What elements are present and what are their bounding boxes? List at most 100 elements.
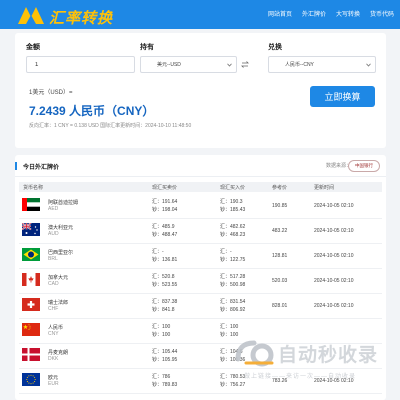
- bank-buy-cash: 钞：806.92: [220, 307, 246, 313]
- reference-price: 520.03: [272, 278, 288, 284]
- to-currency-select[interactable]: 人民币--CNY: [268, 56, 376, 73]
- bank-buy-transfer: 汇：517.28: [220, 274, 246, 280]
- currency-name: 阿联酋迪拉姆: [48, 200, 79, 206]
- bank-buy-transfer: 汇：100: [220, 324, 239, 330]
- from-currency-select[interactable]: 美元--USD: [140, 56, 237, 73]
- ch-flag-icon: [22, 298, 40, 311]
- bank-sell-transfer: 汇：100: [152, 324, 171, 330]
- table-row: 瑞士法郎 CHF 汇：837.38 钞：841.8 汇：831.54 钞：806.92 82…: [19, 295, 382, 319]
- table-row: 巴西里亚尔 BRL 汇：- 钞：136.81 汇：- 钞：122.75 128.81 2024…: [19, 245, 382, 269]
- bank-buy-cash: 钞：122.75: [220, 257, 246, 263]
- exchange-label: 兑换: [268, 44, 282, 51]
- watermark: 自动秒收录 做上链接——来访一次——自动收录: [232, 337, 392, 397]
- reference-price: 128.81: [272, 253, 288, 259]
- table-row: 阿联酋迪拉姆 AED 汇：191.64 钞：198.04 汇：190.3 钞：185.43…: [19, 195, 382, 219]
- unit-line: 1美元（USD）=: [29, 90, 73, 96]
- table-header: 货币名称 现汇买卖价 现汇买入价 参考价 更新时间: [19, 182, 382, 192]
- bank-sell-cash: 钞：841.8: [152, 307, 175, 313]
- convert-button[interactable]: 立即换算: [310, 86, 375, 107]
- bank-sell-cash: 钞：198.04: [152, 207, 178, 213]
- nav-uppercase[interactable]: 大写转换: [336, 9, 360, 18]
- currency-code: EUR: [48, 381, 59, 387]
- col-currency: 货币名称: [23, 185, 44, 191]
- update-time: 2024-10-05 02:10: [314, 303, 354, 309]
- bank-sell-cash: 钞：789.83: [152, 382, 178, 388]
- bank-buy-cash: 钞：468.23: [220, 232, 246, 238]
- bank-sell-cash: 钞：105.95: [152, 357, 178, 363]
- top-header: 汇率转换 网站首页 外汇牌价 大写转换 货币代码: [0, 0, 400, 29]
- nav-currency-codes[interactable]: 货币代码: [370, 9, 394, 18]
- update-time: 2024-10-05 02:10: [314, 228, 354, 234]
- from-currency-value: 美元--USD: [157, 62, 181, 68]
- currency-name: 巴西里亚尔: [48, 250, 74, 256]
- currency-name: 瑞士法郎: [48, 300, 69, 306]
- bank-logo-text: 中国银行: [355, 164, 373, 169]
- swap-button[interactable]: [237, 57, 253, 72]
- currency-name: 加拿大元: [48, 275, 69, 281]
- bank-sell-transfer: 汇：786: [152, 374, 171, 380]
- bank-buy-transfer: 汇：190.3: [220, 199, 243, 205]
- cn-flag-icon: [274, 62, 282, 68]
- bank-buy-transfer: 汇：831.54: [220, 299, 246, 305]
- bank-buy-transfer: 汇：482.62: [220, 224, 246, 230]
- reference-price: 190.85: [272, 203, 288, 209]
- update-time: 2024-10-05 02:10: [314, 278, 354, 284]
- currency-code: CNY: [48, 331, 59, 337]
- bank-sell-transfer: 汇：191.64: [152, 199, 178, 205]
- bank-buy-cash: 钞：500.98: [220, 282, 246, 288]
- top-nav: 网站首页 外汇牌价 大写转换 货币代码: [268, 9, 394, 18]
- chevron-down-icon: [227, 63, 232, 67]
- bank-sell-transfer: 汇：105.44: [152, 349, 178, 355]
- bank-sell-transfer: 汇：-: [152, 249, 164, 255]
- bank-sell-cash: 钞：136.81: [152, 257, 178, 263]
- currency-name: 欧元: [48, 375, 59, 381]
- chevron-down-icon: [366, 63, 371, 67]
- currency-code: BRL: [48, 256, 58, 262]
- col-bank-sell: 现汇买卖价: [152, 185, 178, 191]
- converter-panel: 金额 持有 兑换 美元--USD 人民币--CNY: [15, 33, 386, 148]
- currency-code: CHF: [48, 306, 59, 312]
- reference-price: 483.22: [272, 228, 288, 234]
- currency-name: 丹麦克朗: [48, 350, 69, 356]
- dk-flag-icon: [22, 348, 40, 361]
- au-flag-icon: [22, 223, 40, 236]
- logo-icon: [18, 7, 44, 24]
- have-label: 持有: [140, 44, 154, 51]
- currency-code: AED: [48, 206, 59, 212]
- currency-name: 人民币: [48, 325, 64, 331]
- rate-meta: 反向汇率：1 CNY = 0.138 USD 国际汇率更新时间：2024-10-…: [29, 123, 192, 129]
- reference-price: 828.01: [272, 303, 288, 309]
- eu-flag-icon: [22, 373, 40, 386]
- watermark-slogan: 做上链接——来访一次——自动收录: [244, 374, 357, 380]
- currency-name: 澳大利亚元: [48, 225, 74, 231]
- bank-sell-transfer: 汇：837.38: [152, 299, 178, 305]
- bank-sell-cash: 钞：523.55: [152, 282, 178, 288]
- bank-sell-cash: 钞：488.47: [152, 232, 178, 238]
- bank-sell-cash: 钞：100: [152, 332, 171, 338]
- logo-text: 汇率转换: [49, 9, 114, 27]
- bank-buy-transfer: 汇：-: [220, 249, 232, 255]
- cn-flag-icon: [22, 323, 40, 336]
- bank-buy-cash: 钞：185.43: [220, 207, 246, 213]
- col-updated: 更新时间: [314, 185, 335, 191]
- amount-label: 金额: [26, 44, 40, 51]
- update-time: 2024-10-05 02:10: [314, 253, 354, 259]
- currency-code: CAD: [48, 281, 59, 287]
- currency-code: AUD: [48, 231, 59, 237]
- nav-home[interactable]: 网站首页: [268, 9, 292, 18]
- col-bank-buy: 现汇买入价: [220, 185, 246, 191]
- br-flag-icon: [22, 248, 40, 261]
- to-currency-value: 人民币--CNY: [285, 62, 314, 68]
- col-reference: 参考价: [272, 185, 288, 191]
- table-row: 澳大利亚元 AUD 汇：485.9 钞：488.47 汇：482.62 钞：468.23 4…: [19, 220, 382, 244]
- currency-code: DKK: [48, 356, 59, 362]
- swap-icon: [241, 61, 249, 68]
- rates-title: 今日外汇牌价: [23, 165, 60, 171]
- ca-flag-icon: [22, 273, 40, 286]
- title-accent-bar: [15, 162, 17, 170]
- nav-rates[interactable]: 外汇牌价: [302, 9, 326, 18]
- table-row: 加拿大元 CAD 汇：520.8 钞：523.55 汇：517.28 钞：500.98 52…: [19, 270, 382, 294]
- amount-input[interactable]: [26, 56, 135, 73]
- bank-of-china-logo: 中国银行: [348, 160, 380, 172]
- bank-sell-transfer: 汇：485.9: [152, 224, 175, 230]
